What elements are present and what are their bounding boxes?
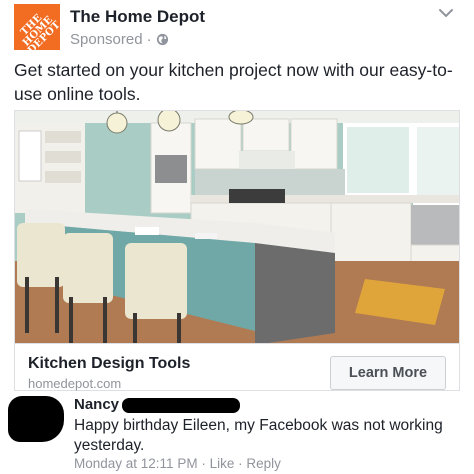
post-header: THE HOME DEPOT The Home Depot Sponsored … — [14, 4, 460, 52]
comment-time[interactable]: Monday at 12:11 PM — [74, 456, 198, 471]
comment-meta: Monday at 12:11 PM · Like · Reply — [74, 456, 281, 471]
meta-dot: · — [201, 456, 206, 471]
post-text: Get started on your kitchen project now … — [14, 60, 453, 104]
sponsored-label[interactable]: Sponsored — [70, 31, 143, 48]
avatar[interactable] — [8, 396, 64, 442]
ad-footer[interactable]: Kitchen Design Tools homedepot.com Learn… — [14, 343, 460, 391]
comment-text: Happy birthday Eileen, my Facebook was n… — [74, 417, 443, 454]
ad-title[interactable]: Kitchen Design Tools — [28, 355, 190, 373]
redacted-name — [122, 398, 240, 413]
logo-text: THE HOME DEPOT — [18, 12, 60, 50]
reply-link[interactable]: Reply — [246, 456, 281, 471]
like-link[interactable]: Like — [210, 456, 235, 471]
learn-more-button[interactable]: Learn More — [330, 356, 446, 390]
page-name[interactable]: The Home Depot — [70, 7, 205, 27]
comment: Nancy Happy birthday Eileen, my Facebook… — [0, 392, 474, 474]
caret-down-icon[interactable] — [436, 6, 456, 20]
ad-domain: homedepot.com — [28, 376, 122, 391]
separator-dot: · — [146, 31, 152, 48]
comment-author[interactable]: Nancy — [74, 396, 119, 413]
kitchen-illustration — [15, 111, 459, 343]
globe-icon[interactable] — [156, 33, 169, 46]
sponsored-row: Sponsored · — [70, 31, 169, 48]
kitchen-ad-image[interactable] — [14, 110, 460, 344]
home-depot-logo[interactable]: THE HOME DEPOT — [14, 4, 60, 50]
